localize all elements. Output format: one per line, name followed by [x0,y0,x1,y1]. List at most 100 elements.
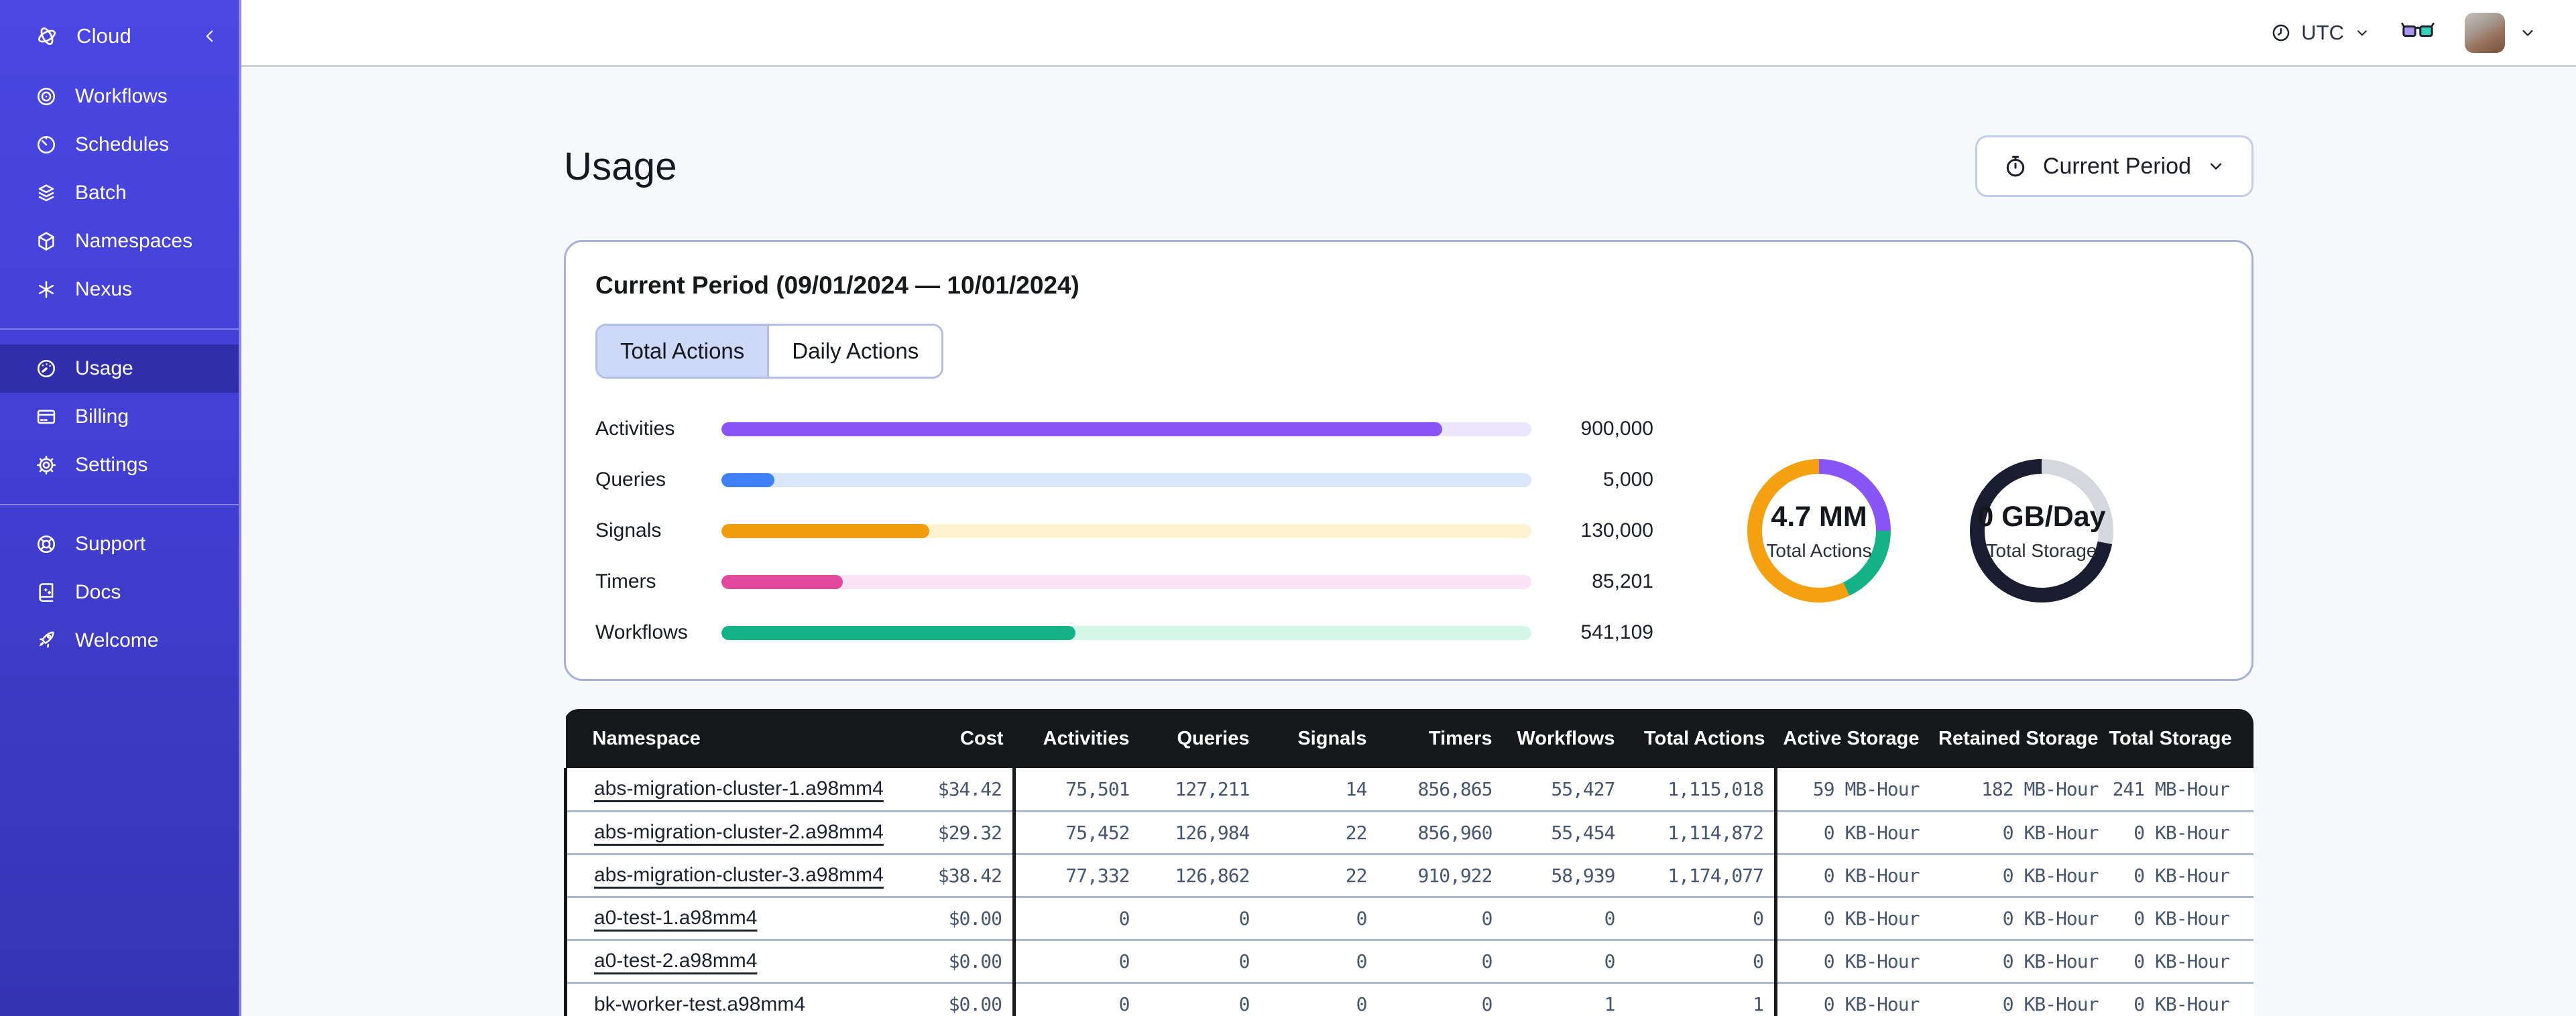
col-header-timers: Timers [1377,709,1503,768]
total-actions-cell: 1,115,018 [1625,768,1776,811]
cost-cell: $29.32 [874,810,1014,854]
timers-cell: 0 [1377,981,1503,1016]
timezone-label: UTC [2301,20,2344,44]
active-storage-cell: 0 KB-Hour [1774,810,1930,854]
nexus-icon [35,278,58,301]
bar-fill [721,574,843,589]
sidebar-item-workflows[interactable]: Workflows [0,72,239,121]
sidebar-item-batch[interactable]: Batch [0,169,239,217]
workflows-cell: 55,454 [1503,810,1626,854]
tab-total-actions[interactable]: Total Actions [597,326,770,377]
sidebar-nav-main: Workflows Schedules Batch Namespaces Nex… [0,72,239,314]
cost-cell: $0.00 [874,895,1014,940]
table-row: abs-migration-cluster-2.a98mm4 $29.32 75… [565,810,2253,854]
period-selector-button[interactable]: Current Period [1975,135,2253,197]
total-actions-cell: 1,114,872 [1625,810,1776,854]
sidebar-item-namespaces[interactable]: Namespaces [0,217,239,265]
sidebar-item-docs[interactable]: Docs [0,568,239,617]
workflows-cell: 58,939 [1503,852,1626,897]
bar-track [721,523,1531,538]
account-menu[interactable] [2465,12,2537,53]
bar-row-activities: Activities 900,000 [595,418,1653,440]
actions-tab-group: Total Actions Daily Actions [595,324,944,379]
usage-gauge-icon [35,357,58,380]
queries-cell: 0 [1140,981,1261,1016]
total-storage-donut: 0 GB/Day Total Storage [1970,459,2113,602]
brand-label: Cloud [76,24,131,48]
bar-track [721,625,1531,640]
namespace-link[interactable]: a0-test-1.a98mm4 [594,907,757,929]
queries-cell: 126,984 [1140,810,1261,854]
period-selector-label: Current Period [2042,153,2191,179]
topbar: UTC [241,0,2576,67]
timers-cell: 0 [1377,895,1503,940]
usage-summary-panel: Current Period (09/01/2024 — 10/01/2024)… [564,240,2253,681]
timers-cell: 856,960 [1377,810,1503,854]
namespace-link[interactable]: abs-migration-cluster-3.a98mm4 [594,864,884,886]
sidebar-item-nexus[interactable]: Nexus [0,265,239,314]
sidebar-item-label: Batch [75,182,127,204]
page-header: Usage Current Period [564,135,2253,197]
sidebar-item-welcome[interactable]: Welcome [0,617,239,665]
timezone-selector[interactable]: UTC [2270,21,2371,45]
sidebar-nav-footer: Support Docs Welcome [0,520,239,665]
total-actions-cell: 0 [1625,938,1776,982]
bar-value: 5,000 [1602,468,1653,491]
sidebar-item-label: Welcome [75,629,159,651]
activities-cell: 77,332 [1012,852,1140,897]
table-row: abs-migration-cluster-1.a98mm4 $34.42 75… [565,768,2253,811]
sidebar-item-usage[interactable]: Usage [0,344,239,393]
activities-cell: 0 [1012,981,1140,1016]
sidebar-collapse-button[interactable] [200,26,220,46]
support-lifebuoy-icon [35,533,58,556]
activities-cell: 0 [1012,938,1140,982]
namespace-link[interactable]: a0-test-2.a98mm4 [594,950,757,972]
retained-storage-cell: 0 KB-Hour [1930,981,2109,1016]
namespace-link[interactable]: abs-migration-cluster-2.a98mm4 [594,821,884,843]
timers-cell: 0 [1377,938,1503,982]
col-header-namespace: Namespace [565,709,874,768]
sidebar-item-schedules[interactable]: Schedules [0,121,239,169]
donut-value: 4.7 MM [1771,500,1867,533]
sidebar-item-label: Settings [75,454,148,476]
sidebar-item-support[interactable]: Support [0,520,239,568]
workflows-cell: 0 [1503,895,1626,940]
namespace-link[interactable]: bk-worker-test.a98mm4 [594,993,805,1015]
bar-row-queries: Queries 5,000 [595,468,1653,491]
activities-cell: 75,501 [1012,768,1140,811]
glasses-icon[interactable] [2400,19,2435,46]
col-header-total-storage: Total Storage [2109,709,2253,768]
workflows-cell: 55,427 [1503,768,1626,811]
bar-track [721,422,1531,436]
col-header-signals: Signals [1260,709,1378,768]
queries-cell: 0 [1140,938,1261,982]
cost-cell: $0.00 [874,938,1014,982]
bar-label: Signals [595,519,662,542]
chevron-down-icon [2518,23,2537,42]
panel-heading: Current Period (09/01/2024 — 10/01/2024) [595,271,1079,299]
bar-fill [721,422,1443,436]
page-title: Usage [564,144,677,188]
bar-label: Timers [595,570,656,592]
activities-cell: 75,452 [1012,810,1140,854]
total-actions-cell: 0 [1625,895,1776,940]
total-storage-cell: 0 KB-Hour [2109,852,2253,897]
cost-cell: $38.42 [874,852,1014,897]
sidebar-item-billing[interactable]: Billing [0,393,239,441]
total-actions-donut: 4.7 MM Total Actions [1747,459,1891,602]
col-header-queries: Queries [1140,709,1261,768]
tab-daily-actions[interactable]: Daily Actions [769,326,942,377]
sidebar-item-label: Billing [75,405,129,428]
clock-icon [2270,22,2292,44]
namespace-link[interactable]: abs-migration-cluster-1.a98mm4 [594,777,884,800]
bar-track [721,574,1531,589]
bar-value: 130,000 [1580,519,1653,542]
activities-cell: 0 [1012,895,1140,940]
sidebar-nav-account: Usage Billing Settings [0,344,239,489]
table-row: bk-worker-test.a98mm4 $0.00 0 0 0 0 1 1 … [565,981,2253,1016]
sidebar-item-settings[interactable]: Settings [0,441,239,489]
sidebar-item-label: Docs [75,581,121,603]
content: Usage Current Period Current Period (09/… [241,67,2576,1016]
total-storage-cell: 241 MB-Hour [2109,768,2253,811]
sidebar-brand[interactable]: Cloud [0,0,239,72]
